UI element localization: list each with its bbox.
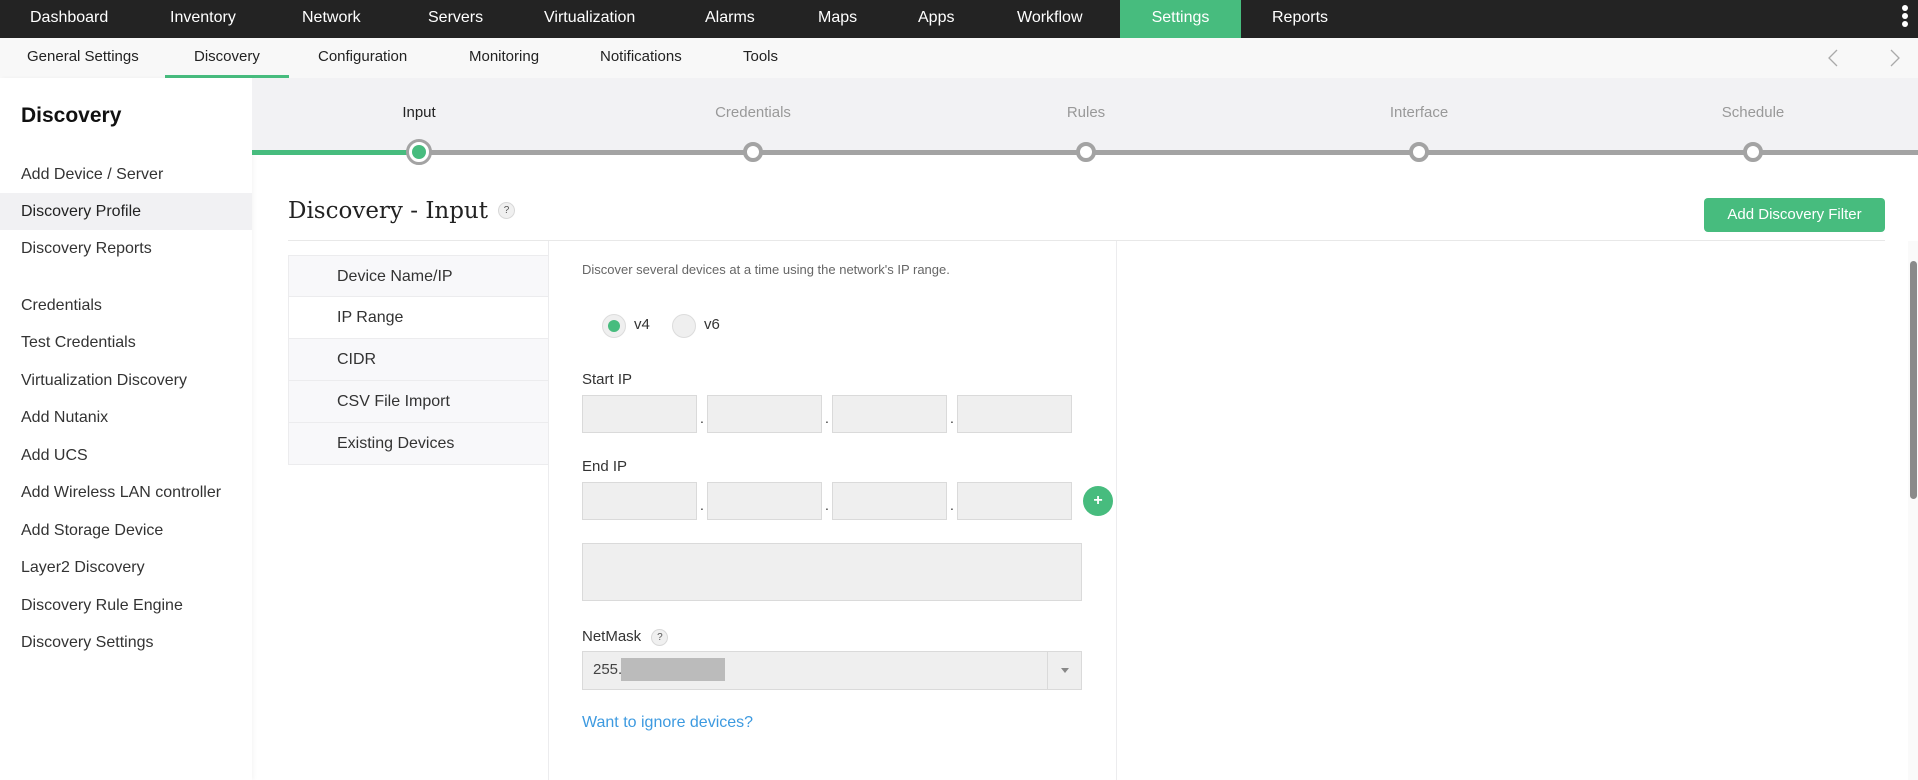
discovery-wizard-stepper: Input Credentials Rules Interface Schedu… [252,78,1918,165]
input-type-ip-range[interactable]: IP Range [288,297,549,339]
subnav-configuration[interactable]: Configuration [318,38,407,78]
nav-network[interactable]: Network [302,0,361,38]
start-ip-octet-2[interactable] [707,395,822,433]
step-node-rules[interactable] [1076,142,1096,162]
subnav-monitoring[interactable]: Monitoring [469,38,539,78]
input-type-device-name-ip[interactable]: Device Name/IP [288,255,549,297]
step-label-schedule[interactable]: Schedule [1722,104,1785,121]
scrollbar[interactable] [1910,261,1917,499]
ip-separator: . [700,497,704,513]
select-divider [1047,652,1048,689]
input-type-cidr[interactable]: CIDR [288,339,549,381]
radio-label: v4 [634,316,650,333]
ignore-devices-link[interactable]: Want to ignore devices? [582,714,753,732]
netmask-label-text: NetMask [582,628,642,645]
sub-navigation: General Settings Discovery Configuration… [0,38,1918,78]
ip-separator: . [825,410,829,426]
netmask-label: NetMask ? [582,628,669,646]
page-title-text: Discovery - Input [288,198,488,224]
step-label-interface[interactable]: Interface [1390,104,1448,121]
sidebar-item-add-storage-device[interactable]: Add Storage Device [0,512,252,549]
sidebar-item-add-ucs[interactable]: Add UCS [0,437,252,474]
netmask-select[interactable]: 255. [582,651,1082,690]
divider [288,240,1885,241]
sidebar-item-virtualization-discovery[interactable]: Virtualization Discovery [0,362,252,399]
redacted-value [621,658,725,681]
add-discovery-filter-button[interactable]: Add Discovery Filter [1704,198,1885,232]
step-label-rules[interactable]: Rules [1067,104,1105,121]
step-node-credentials[interactable] [743,142,763,162]
radio-unchecked-icon [672,314,696,338]
kebab-menu-icon[interactable] [1900,5,1910,33]
subnav-discovery[interactable]: Discovery [194,38,260,78]
end-ip-octet-4[interactable] [957,482,1072,520]
end-ip-octet-1[interactable] [582,482,697,520]
sidebar-item-add-nutanix[interactable]: Add Nutanix [0,399,252,436]
subnav-tools[interactable]: Tools [743,38,778,78]
divider [548,241,549,780]
help-icon[interactable]: ? [498,201,515,219]
page-title: Discovery - Input? [288,198,515,224]
sidebar-item-add-wireless-lan-controller[interactable]: Add Wireless LAN controller [0,474,252,511]
radio-checked-icon [602,314,626,338]
nav-maps[interactable]: Maps [818,0,857,38]
sidebar-item-discovery-reports[interactable]: Discovery Reports [0,230,252,267]
nav-settings[interactable]: Settings [1120,0,1241,38]
end-ip-label: End IP [582,458,628,475]
sidebar-item-discovery-profile[interactable]: Discovery Profile [0,193,252,230]
start-ip-octet-3[interactable] [832,395,947,433]
ip-range-description: Discover several devices at a time using… [582,262,950,277]
ip-separator: . [700,410,704,426]
step-label-credentials[interactable]: Credentials [715,104,791,121]
step-label-input[interactable]: Input [402,104,435,121]
ip-separator: . [950,410,954,426]
nav-servers[interactable]: Servers [428,0,483,38]
sidebar-item-discovery-rule-engine[interactable]: Discovery Rule Engine [0,587,252,624]
chevron-left-icon[interactable] [1824,48,1844,68]
sidebar-title: Discovery [21,104,122,127]
ip-separator: . [950,497,954,513]
end-ip-octet-2[interactable] [707,482,822,520]
divider [1116,241,1117,780]
nav-dashboard[interactable]: Dashboard [30,0,108,38]
help-icon[interactable]: ? [651,628,669,646]
ip-range-list-textarea[interactable] [582,543,1082,601]
subnav-notifications[interactable]: Notifications [600,38,682,78]
caret-down-icon [1061,668,1069,673]
netmask-value: 255. [593,661,623,678]
end-ip-octet-3[interactable] [832,482,947,520]
left-sidebar: Discovery Add Device / Server Discovery … [0,78,252,780]
radio-label: v6 [704,316,720,333]
sidebar-item-credentials[interactable]: Credentials [0,287,252,324]
sidebar-item-add-device-server[interactable]: Add Device / Server [0,156,252,193]
start-ip-octet-4[interactable] [957,395,1072,433]
input-type-csv-file-import[interactable]: CSV File Import [288,381,549,423]
stepper-progress [252,150,419,155]
nav-alarms[interactable]: Alarms [705,0,755,38]
step-node-interface[interactable] [1409,142,1429,162]
nav-reports[interactable]: Reports [1272,0,1328,38]
ip-separator: . [825,497,829,513]
input-type-existing-devices[interactable]: Existing Devices [288,423,549,465]
start-ip-octet-1[interactable] [582,395,697,433]
nav-apps[interactable]: Apps [918,0,954,38]
input-type-list: Device Name/IP IP Range CIDR CSV File Im… [288,255,549,465]
step-node-input[interactable] [406,139,432,165]
step-node-schedule[interactable] [1743,142,1763,162]
chevron-right-icon[interactable] [1884,48,1904,68]
nav-virtualization[interactable]: Virtualization [544,0,635,38]
sidebar-item-layer2-discovery[interactable]: Layer2 Discovery [0,549,252,586]
sidebar-item-discovery-settings[interactable]: Discovery Settings [0,624,252,661]
nav-inventory[interactable]: Inventory [170,0,236,38]
sidebar-item-test-credentials[interactable]: Test Credentials [0,324,252,361]
subnav-general-settings[interactable]: General Settings [27,38,139,78]
start-ip-label: Start IP [582,371,633,388]
add-ip-range-button[interactable]: + [1083,486,1113,516]
nav-workflow[interactable]: Workflow [1017,0,1083,38]
top-navigation: Dashboard Inventory Network Servers Virt… [0,0,1918,38]
